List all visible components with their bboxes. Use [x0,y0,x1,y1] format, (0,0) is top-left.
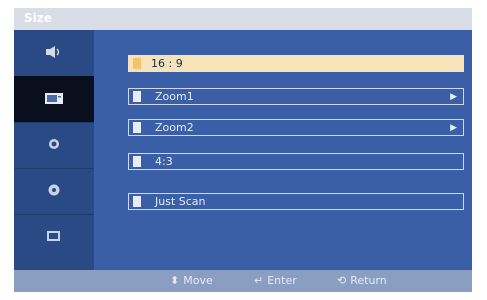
menu-panel: 16 : 9 Zoom1 ▶ Zoom2 ▶ 4:3 Just Scan [94,30,472,270]
menu-option-label: 4:3 [155,155,173,168]
menu-option-label: 16 : 9 [151,57,183,70]
channel-icon [47,136,61,155]
sidebar-item-channel[interactable] [14,122,94,169]
option-marker [133,91,141,102]
selection-indicator [133,58,141,69]
enter-icon: ↵ [254,274,264,287]
return-hint: ⟲ Return [337,274,387,287]
sidebar-item-setup[interactable] [14,168,94,215]
up-down-arrow-icon: ⬍ [170,274,180,287]
sidebar-item-sound[interactable] [14,30,94,77]
setup-icon [47,182,61,201]
speaker-icon [45,44,63,63]
osd-window: Size 16: 9 Zoom1 ▶ Zoom2 ▶ 4:3 Just Sca… [14,8,472,292]
menu-option-just-scan[interactable]: Just Scan [128,193,464,210]
sidebar-item-picture[interactable] [14,76,94,123]
option-marker [133,122,141,133]
menu-option-zoom2[interactable]: Zoom2 ▶ [128,119,464,136]
move-hint: ⬍ Move [170,274,213,287]
status-bar: ⬍ Move ↵ Enter ⟲ Return [14,270,472,292]
move-label: Move [183,274,213,287]
menu-option-label: Just Scan [155,195,206,208]
enter-hint: ↵ Enter [254,274,297,287]
input-icon [46,228,62,247]
option-marker [133,196,141,207]
return-label: Return [350,274,387,287]
menu-option-zoom1[interactable]: Zoom1 ▶ [128,88,464,105]
menu-option-16-9[interactable]: 16 : 9 [128,55,464,72]
enter-label: Enter [267,274,297,287]
option-marker [133,156,141,167]
return-icon: ⟲ [337,274,347,287]
sidebar-item-input[interactable] [14,214,94,260]
menu-option-label: Zoom1 [155,90,194,103]
chevron-right-icon: ▶ [450,92,457,102]
picture-icon [44,90,64,109]
menu-option-label: Zoom2 [155,121,194,134]
chevron-right-icon: ▶ [450,123,457,133]
sidebar [14,30,94,270]
menu-option-4-3[interactable]: 4:3 [128,153,464,170]
page-title: Size [24,11,52,25]
title-bar: Size [14,8,472,30]
